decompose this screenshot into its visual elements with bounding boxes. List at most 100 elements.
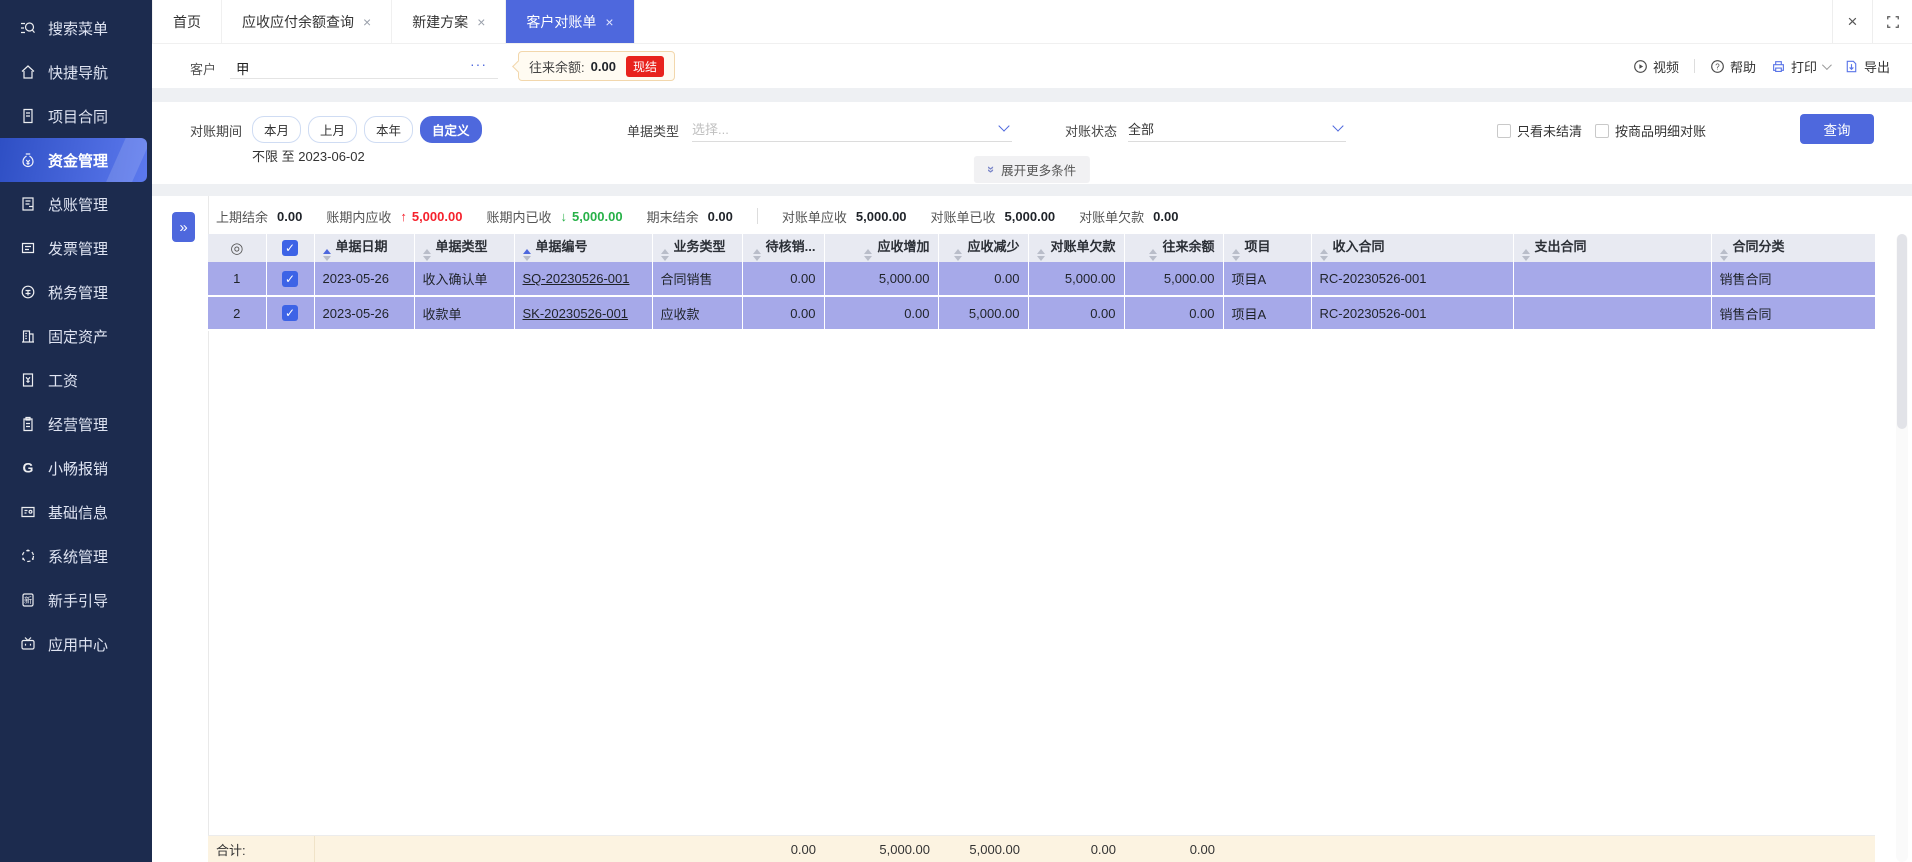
tab-close-icon[interactable]: × <box>363 14 371 30</box>
tab-1[interactable]: 首页 <box>152 0 222 43</box>
column-header-label: 对账单欠款 <box>1050 238 1116 254</box>
action-label: 导出 <box>1863 59 1890 75</box>
sidebar-item-asset[interactable]: 固定资产 <box>0 314 152 358</box>
sidebar-item-salary[interactable]: 工资 <box>0 358 152 402</box>
sort-icon[interactable] <box>1231 248 1240 261</box>
vertical-scrollbar[interactable] <box>1896 234 1908 862</box>
export-button[interactable]: 导出 <box>1844 57 1890 76</box>
sort-icon[interactable] <box>522 248 531 261</box>
column-header[interactable]: 往来余额 <box>1124 234 1224 262</box>
column-header[interactable]: 单据日期 <box>314 234 415 262</box>
sort-icon[interactable] <box>1149 248 1158 261</box>
row-checkbox[interactable]: ✓ <box>282 305 298 321</box>
period-range-value[interactable]: 不限 至 2023-06-02 <box>252 146 365 165</box>
sidebar-item-invoice[interactable]: 发票管理 <box>0 226 152 270</box>
column-header[interactable]: 单据编号 <box>514 234 653 262</box>
totals-cell: 5,000.00 <box>824 836 938 862</box>
query-button[interactable]: 查询 <box>1800 114 1874 144</box>
sidebar-item-clipboard[interactable]: 经营管理 <box>0 402 152 446</box>
sort-icon[interactable] <box>1719 248 1728 261</box>
sidebar-item-app-center[interactable]: 应用中心 <box>0 622 152 666</box>
period-option[interactable]: 自定义 <box>420 116 482 143</box>
column-header[interactable]: 待核销... <box>742 234 825 262</box>
sidebar-item-money-bag[interactable]: 资金管理 <box>0 138 147 182</box>
doc-type-placeholder: 选择... <box>692 122 729 137</box>
scrollbar-thumb[interactable] <box>1897 234 1907 429</box>
sort-icon[interactable] <box>322 248 331 261</box>
column-header[interactable]: 单据类型 <box>414 234 515 262</box>
column-header[interactable]: 支出合同 <box>1513 234 1712 262</box>
column-header[interactable]: 业务类型 <box>652 234 743 262</box>
money-bag-icon <box>19 151 37 169</box>
row-checkbox[interactable]: ✓ <box>282 270 298 287</box>
tab-label: 首页 <box>173 13 201 30</box>
sidebar-item-g-logo[interactable]: G 小畅报销 <box>0 446 152 490</box>
sort-icon[interactable] <box>864 248 873 261</box>
sidebar-item-system[interactable]: 系统管理 <box>0 534 152 578</box>
sidebar-item-tax[interactable]: 税务管理 <box>0 270 152 314</box>
sidebar-item-contract[interactable]: 项目合同 <box>0 94 152 138</box>
balance-label: 往来余额: <box>529 59 585 75</box>
balance-value: 0.00 <box>590 58 616 74</box>
column-header[interactable]: ✓ <box>266 234 315 262</box>
tab-2[interactable]: 应收应付余额查询 × <box>222 0 393 43</box>
customer-value[interactable]: 甲 <box>236 58 250 78</box>
customer-picker-button[interactable]: ··· <box>470 56 487 72</box>
summary-item: 对账单应收 5,000.00 <box>782 207 907 226</box>
video-button[interactable]: 视频 <box>1633 57 1679 76</box>
status-select[interactable]: 全部 <box>1128 116 1346 142</box>
gear-icon[interactable]: ◎ <box>230 240 243 257</box>
document-number-link[interactable]: SQ-20230526-001 <box>514 262 653 297</box>
sidebar-item-search[interactable]: 搜索菜单 <box>0 6 152 50</box>
sidebar-item-id-card[interactable]: 基础信息 <box>0 490 152 534</box>
row-checkbox-cell[interactable]: ✓ <box>266 296 315 331</box>
column-header-label: 单据类型 <box>435 238 488 254</box>
sort-icon[interactable] <box>1521 248 1530 261</box>
table-cell: 应收款 <box>652 296 743 331</box>
document-number-link[interactable]: SK-20230526-001 <box>514 296 653 331</box>
fullscreen-button[interactable] <box>1872 0 1912 43</box>
sort-icon[interactable] <box>752 248 761 261</box>
svg-text:新: 新 <box>24 595 32 605</box>
column-header[interactable]: 项目 <box>1223 234 1312 262</box>
g-logo-icon: G <box>19 459 37 477</box>
sidebar-item-home[interactable]: 快捷导航 <box>0 50 152 94</box>
checkbox-unsettled[interactable]: 只看未结清 <box>1497 121 1582 140</box>
table-cell: RC-20230526-001 <box>1311 296 1514 331</box>
column-header[interactable]: 对账单欠款 <box>1028 234 1125 262</box>
help-button[interactable]: ? 帮助 <box>1710 57 1756 76</box>
sort-icon[interactable] <box>1037 248 1046 261</box>
expand-more-button[interactable]: » 展开更多条件 <box>973 156 1091 183</box>
sidebar-item-label: 系统管理 <box>48 548 109 566</box>
window-close-button[interactable]: × <box>1832 0 1872 43</box>
customer-field-underline[interactable] <box>230 78 498 79</box>
collapse-panel-button[interactable]: » <box>172 212 195 242</box>
period-option[interactable]: 上月 <box>308 116 358 143</box>
column-header[interactable]: 应收减少 <box>938 234 1029 262</box>
doc-type-select[interactable]: 选择... <box>692 116 1012 142</box>
contract-icon <box>19 107 37 125</box>
column-header[interactable]: 应收增加 <box>824 234 939 262</box>
column-header[interactable]: ◎ <box>208 234 267 262</box>
table-row[interactable]: 1 ✓ 2023-05-26 收入确认单 SQ-20230526-001 合同销售 0.00… <box>208 262 1876 297</box>
period-option[interactable]: 本年 <box>364 116 414 143</box>
sort-icon[interactable] <box>1319 248 1328 261</box>
printer-button[interactable]: 打印 <box>1771 57 1832 76</box>
tab-close-icon[interactable]: × <box>477 14 485 30</box>
sidebar-item-ledger[interactable]: 总账管理 <box>0 182 152 226</box>
tab-3[interactable]: 新建方案 × <box>392 0 507 43</box>
checkbox-by-item[interactable]: 按商品明细对账 <box>1595 121 1706 140</box>
column-header[interactable]: 收入合同 <box>1311 234 1514 262</box>
sort-icon[interactable] <box>954 248 963 261</box>
table-row[interactable]: 2 ✓ 2023-05-26 收款单 SK-20230526-001 应收款 0.00 0.0… <box>208 296 1876 331</box>
column-header[interactable]: 合同分类 <box>1711 234 1876 262</box>
select-all-checkbox[interactable]: ✓ <box>282 240 298 256</box>
tab-4[interactable]: 客户对账单 × <box>506 0 635 43</box>
period-option[interactable]: 本月 <box>252 116 302 143</box>
table-cell: 0.00 <box>1124 296 1224 331</box>
sort-icon[interactable] <box>660 248 669 261</box>
row-checkbox-cell[interactable]: ✓ <box>266 262 315 297</box>
sort-icon[interactable] <box>422 248 431 261</box>
tab-close-icon[interactable]: × <box>605 14 613 30</box>
sidebar-item-guide[interactable]: 新 新手引导 <box>0 578 152 622</box>
